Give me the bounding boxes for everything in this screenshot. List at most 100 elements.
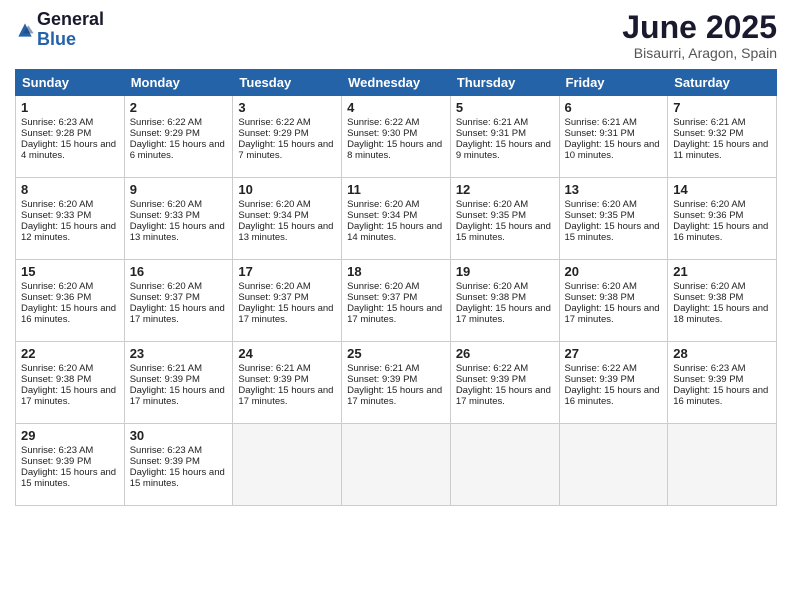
day-number: 12 xyxy=(456,182,554,197)
sunrise-text: Sunrise: 6:20 AM xyxy=(565,199,637,210)
day-number: 30 xyxy=(130,428,228,443)
daylight-text: Daylight: 15 hours and 16 minutes. xyxy=(21,303,116,325)
sunset-text: Sunset: 9:29 PM xyxy=(238,128,308,139)
col-header-wednesday: Wednesday xyxy=(342,70,451,96)
sunset-text: Sunset: 9:38 PM xyxy=(21,374,91,385)
sunrise-text: Sunrise: 6:23 AM xyxy=(673,363,745,374)
sunset-text: Sunset: 9:35 PM xyxy=(565,210,635,221)
logo-icon xyxy=(15,20,35,40)
day-cell: 24Sunrise: 6:21 AMSunset: 9:39 PMDayligh… xyxy=(233,342,342,424)
sunset-text: Sunset: 9:36 PM xyxy=(21,292,91,303)
day-number: 16 xyxy=(130,264,228,279)
daylight-text: Daylight: 15 hours and 8 minutes. xyxy=(347,139,442,161)
sunset-text: Sunset: 9:39 PM xyxy=(238,374,308,385)
day-cell: 16Sunrise: 6:20 AMSunset: 9:37 PMDayligh… xyxy=(124,260,233,342)
daylight-text: Daylight: 15 hours and 17 minutes. xyxy=(456,303,551,325)
location-subtitle: Bisaurri, Aragon, Spain xyxy=(622,45,777,61)
day-number: 6 xyxy=(565,100,663,115)
daylight-text: Daylight: 15 hours and 17 minutes. xyxy=(347,385,442,407)
day-cell xyxy=(668,424,777,506)
day-number: 15 xyxy=(21,264,119,279)
sunset-text: Sunset: 9:39 PM xyxy=(347,374,417,385)
daylight-text: Daylight: 15 hours and 17 minutes. xyxy=(21,385,116,407)
day-cell: 27Sunrise: 6:22 AMSunset: 9:39 PMDayligh… xyxy=(559,342,668,424)
sunset-text: Sunset: 9:34 PM xyxy=(238,210,308,221)
sunrise-text: Sunrise: 6:22 AM xyxy=(130,117,202,128)
day-number: 28 xyxy=(673,346,771,361)
day-number: 22 xyxy=(21,346,119,361)
page: General Blue June 2025 Bisaurri, Aragon,… xyxy=(0,0,792,612)
day-cell: 1 Sunrise: 6:23 AMSunset: 9:28 PMDaylight… xyxy=(16,96,125,178)
day-cell: 14Sunrise: 6:20 AMSunset: 9:36 PMDayligh… xyxy=(668,178,777,260)
sunset-text: Sunset: 9:37 PM xyxy=(238,292,308,303)
day-cell xyxy=(450,424,559,506)
daylight-text: Daylight: 15 hours and 17 minutes. xyxy=(565,303,660,325)
sunset-text: Sunset: 9:31 PM xyxy=(565,128,635,139)
day-number: 29 xyxy=(21,428,119,443)
day-cell xyxy=(342,424,451,506)
day-number: 5 xyxy=(456,100,554,115)
day-cell: 26Sunrise: 6:22 AMSunset: 9:39 PMDayligh… xyxy=(450,342,559,424)
day-cell: 23Sunrise: 6:21 AMSunset: 9:39 PMDayligh… xyxy=(124,342,233,424)
sunrise-text: Sunrise: 6:20 AM xyxy=(347,199,419,210)
sunrise-text: Sunrise: 6:21 AM xyxy=(347,363,419,374)
day-number: 11 xyxy=(347,182,445,197)
sunrise-text: Sunrise: 6:20 AM xyxy=(347,281,419,292)
day-number: 25 xyxy=(347,346,445,361)
day-number: 26 xyxy=(456,346,554,361)
sunrise-text: Sunrise: 6:21 AM xyxy=(456,117,528,128)
daylight-text: Daylight: 15 hours and 15 minutes. xyxy=(21,467,116,489)
daylight-text: Daylight: 15 hours and 13 minutes. xyxy=(130,221,225,243)
sunrise-text: Sunrise: 6:20 AM xyxy=(130,199,202,210)
day-number: 27 xyxy=(565,346,663,361)
sunrise-text: Sunrise: 6:22 AM xyxy=(456,363,528,374)
sunset-text: Sunset: 9:39 PM xyxy=(456,374,526,385)
day-cell: 15Sunrise: 6:20 AMSunset: 9:36 PMDayligh… xyxy=(16,260,125,342)
daylight-text: Daylight: 15 hours and 11 minutes. xyxy=(673,139,768,161)
sunrise-text: Sunrise: 6:20 AM xyxy=(456,199,528,210)
daylight-text: Daylight: 15 hours and 17 minutes. xyxy=(238,385,333,407)
day-cell: 18Sunrise: 6:20 AMSunset: 9:37 PMDayligh… xyxy=(342,260,451,342)
day-cell: 7Sunrise: 6:21 AMSunset: 9:32 PMDaylight… xyxy=(668,96,777,178)
daylight-text: Daylight: 15 hours and 17 minutes. xyxy=(347,303,442,325)
week-row-5: 29Sunrise: 6:23 AMSunset: 9:39 PMDayligh… xyxy=(16,424,777,506)
day-number: 1 xyxy=(21,100,119,115)
day-cell: 8Sunrise: 6:20 AMSunset: 9:33 PMDaylight… xyxy=(16,178,125,260)
day-cell: 2Sunrise: 6:22 AMSunset: 9:29 PMDaylight… xyxy=(124,96,233,178)
sunrise-text: Sunrise: 6:20 AM xyxy=(21,363,93,374)
sunset-text: Sunset: 9:37 PM xyxy=(347,292,417,303)
sunrise-text: Sunrise: 6:20 AM xyxy=(565,281,637,292)
daylight-text: Daylight: 15 hours and 4 minutes. xyxy=(21,139,116,161)
col-header-friday: Friday xyxy=(559,70,668,96)
col-header-thursday: Thursday xyxy=(450,70,559,96)
daylight-text: Daylight: 15 hours and 13 minutes. xyxy=(238,221,333,243)
sunset-text: Sunset: 9:28 PM xyxy=(21,128,91,139)
daylight-text: Daylight: 15 hours and 17 minutes. xyxy=(130,303,225,325)
sunset-text: Sunset: 9:39 PM xyxy=(673,374,743,385)
sunset-text: Sunset: 9:33 PM xyxy=(21,210,91,221)
sunrise-text: Sunrise: 6:20 AM xyxy=(456,281,528,292)
calendar-table: SundayMondayTuesdayWednesdayThursdayFrid… xyxy=(15,69,777,506)
sunrise-text: Sunrise: 6:23 AM xyxy=(21,117,93,128)
day-number: 9 xyxy=(130,182,228,197)
day-cell xyxy=(233,424,342,506)
sunrise-text: Sunrise: 6:21 AM xyxy=(565,117,637,128)
day-number: 19 xyxy=(456,264,554,279)
sunset-text: Sunset: 9:38 PM xyxy=(565,292,635,303)
daylight-text: Daylight: 15 hours and 12 minutes. xyxy=(21,221,116,243)
header-row: SundayMondayTuesdayWednesdayThursdayFrid… xyxy=(16,70,777,96)
header: General Blue June 2025 Bisaurri, Aragon,… xyxy=(15,10,777,61)
daylight-text: Daylight: 15 hours and 18 minutes. xyxy=(673,303,768,325)
logo: General Blue xyxy=(15,10,104,50)
sunrise-text: Sunrise: 6:21 AM xyxy=(130,363,202,374)
sunset-text: Sunset: 9:38 PM xyxy=(673,292,743,303)
day-cell: 12Sunrise: 6:20 AMSunset: 9:35 PMDayligh… xyxy=(450,178,559,260)
week-row-1: 1Sunrise: 6:23 AMSunset: 9:28 PMDaylight… xyxy=(16,96,777,178)
day-number: 2 xyxy=(130,100,228,115)
sunrise-text: Sunrise: 6:20 AM xyxy=(130,281,202,292)
sunset-text: Sunset: 9:32 PM xyxy=(673,128,743,139)
sunset-text: Sunset: 9:34 PM xyxy=(347,210,417,221)
sunrise-text: Sunrise: 6:23 AM xyxy=(21,445,93,456)
col-header-monday: Monday xyxy=(124,70,233,96)
daylight-text: Daylight: 15 hours and 16 minutes. xyxy=(673,221,768,243)
